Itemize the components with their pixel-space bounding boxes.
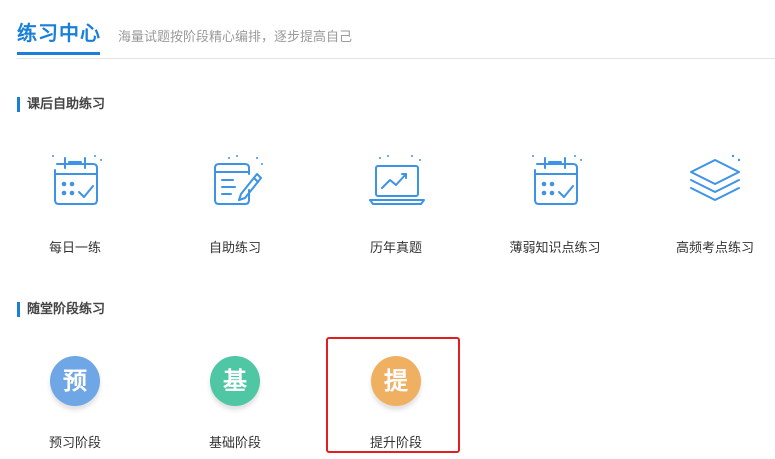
page-subtitle: 海量试题按阶段精心编排，逐步提高自己 [118,30,353,45]
advanced-stage-label: 提升阶段 [369,436,422,451]
basic-stage-item[interactable]: 基 基础阶段 [175,352,295,459]
daily-practice-item[interactable]: 每日一练 [15,150,135,260]
stacked-layers-icon [690,154,741,201]
chart-screen-icon [369,155,425,205]
page-title[interactable]: 练习中心 [17,17,101,46]
basic-stage-label: 基础阶段 [208,436,261,451]
section-title-self-practice: 课后自助练习 [17,97,105,112]
preview-stage-item[interactable]: 预 预习阶段 [15,352,135,459]
past-exams-label: 历年真题 [369,241,422,256]
past-exams-item[interactable]: 历年真题 [336,150,456,260]
self-practice-item[interactable]: 自助练习 [175,150,295,260]
basic-stage-badge: 基 [210,356,260,406]
advanced-stage-item[interactable]: 提 提升阶段 [336,352,456,459]
active-tab-underline [17,52,100,55]
advanced-stage-badge: 提 [371,356,421,406]
calendar-check-icon [52,155,102,205]
high-frequency-practice-item[interactable]: 高频考点练习 [655,150,775,260]
weak-points-practice-label: 薄弱知识点练习 [509,241,601,256]
self-practice-label: 自助练习 [208,241,261,256]
header: 练习中心 海量试题按阶段精心编排，逐步提高自己 [0,0,775,59]
calendar-check-icon [532,155,582,205]
document-edit-icon [214,155,263,205]
preview-stage-label: 预习阶段 [48,436,101,451]
high-frequency-practice-label: 高频考点练习 [675,241,754,256]
header-divider [17,58,775,59]
daily-practice-label: 每日一练 [48,241,101,256]
section-title-stage-practice: 随堂阶段练习 [17,302,105,317]
weak-points-practice-item[interactable]: 薄弱知识点练习 [495,150,615,260]
preview-stage-badge: 预 [50,356,100,406]
